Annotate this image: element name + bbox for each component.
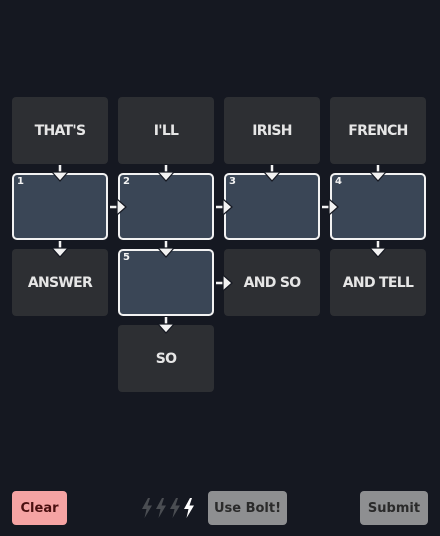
slot-number: 4 <box>335 176 342 187</box>
arrow-down-icon <box>51 165 69 182</box>
answer-slot-2[interactable]: 2 <box>118 173 214 240</box>
clue-text: ANSWER <box>27 274 93 291</box>
lightning-bolt-icon <box>156 498 166 518</box>
clue-text: AND TELL <box>342 274 414 291</box>
clue-tile-and-so: AND SO <box>224 249 320 316</box>
clue-text: THAT'S <box>34 122 86 139</box>
lightning-bolt-icon <box>142 498 152 518</box>
arrow-right-icon <box>216 198 233 216</box>
clue-tile-irish: IRISH <box>224 97 320 164</box>
clue-tile-answer: ANSWER <box>12 249 108 316</box>
answer-slot-4[interactable]: 4 <box>330 173 426 240</box>
slot-number: 5 <box>123 252 130 263</box>
answer-slot-1[interactable]: 1 <box>12 173 108 240</box>
arrow-down-icon <box>157 241 175 258</box>
lightning-bolt-icon <box>170 498 180 518</box>
clue-text: I'LL <box>153 122 179 139</box>
arrow-right-icon <box>216 274 233 292</box>
use-bolt-button[interactable]: Use Bolt! <box>208 491 287 525</box>
arrow-down-icon <box>157 317 175 334</box>
clue-text: AND SO <box>243 274 302 291</box>
arrow-down-icon <box>157 165 175 182</box>
answer-slot-5[interactable]: 5 <box>118 249 214 316</box>
slot-number: 2 <box>123 176 130 187</box>
arrow-right-icon <box>322 198 339 216</box>
clue-tile-french: FRENCH <box>330 97 426 164</box>
submit-button[interactable]: Submit <box>360 491 428 525</box>
game-board: THAT'S I'LL IRISH FRENCH 1 2 3 4 ANSWER … <box>0 0 440 536</box>
clue-tile-ill: I'LL <box>118 97 214 164</box>
arrow-down-icon <box>51 241 69 258</box>
slot-number: 3 <box>229 176 236 187</box>
lightning-bolt-icon <box>184 498 194 518</box>
slot-number: 1 <box>17 176 24 187</box>
arrow-down-icon <box>369 165 387 182</box>
clue-tile-thats: THAT'S <box>12 97 108 164</box>
arrow-right-icon <box>110 198 127 216</box>
bolt-counter <box>141 498 195 518</box>
clue-text: IRISH <box>252 122 292 139</box>
clue-text: SO <box>155 350 177 367</box>
clue-tile-and-tell: AND TELL <box>330 249 426 316</box>
clue-tile-so: SO <box>118 325 214 392</box>
clear-button[interactable]: Clear <box>12 491 67 525</box>
arrow-down-icon <box>263 165 281 182</box>
answer-slot-3[interactable]: 3 <box>224 173 320 240</box>
arrow-down-icon <box>369 241 387 258</box>
clue-text: FRENCH <box>348 122 408 139</box>
